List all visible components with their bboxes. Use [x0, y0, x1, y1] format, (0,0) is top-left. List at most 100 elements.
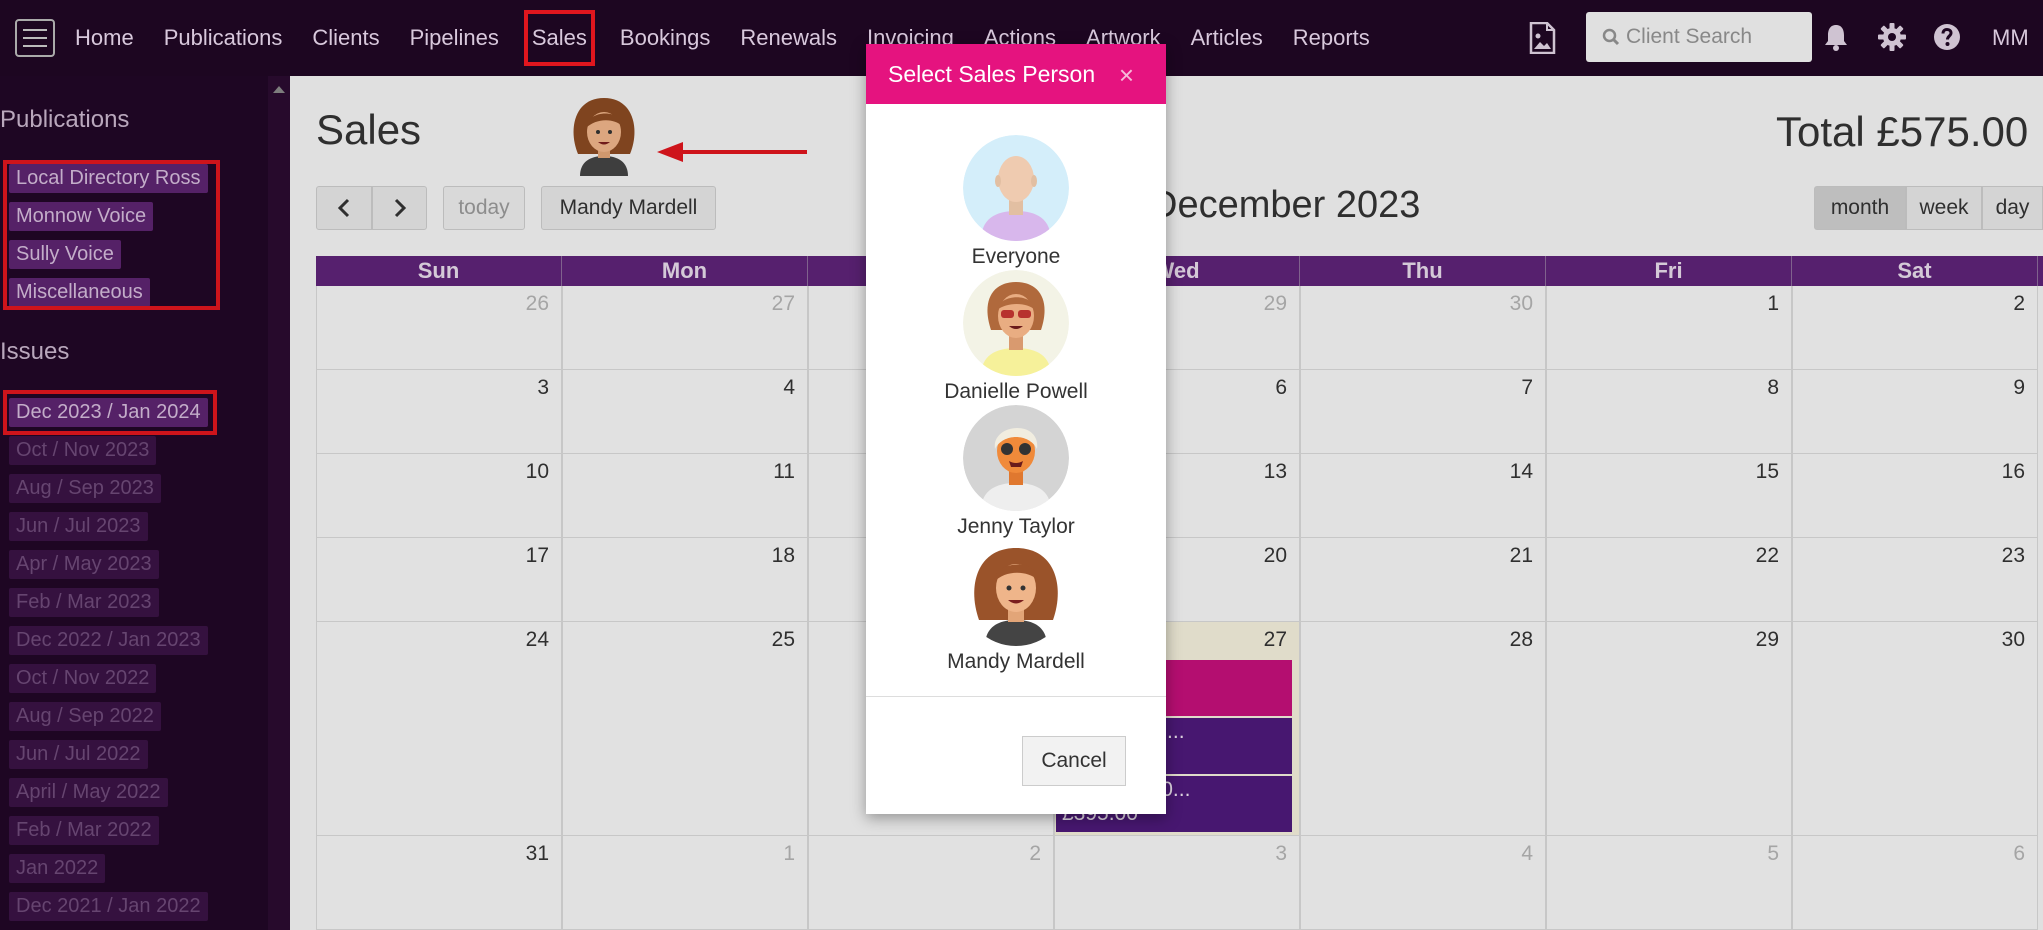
pointer-arrow: [657, 142, 807, 162]
issue-tag[interactable]: Feb / Mar 2022: [9, 816, 159, 845]
day-cell[interactable]: 29: [1546, 622, 1792, 836]
day-cell[interactable]: 25: [562, 622, 808, 836]
scroll-up-icon[interactable]: [273, 86, 285, 93]
day-cell[interactable]: 22: [1546, 538, 1792, 622]
view-month-button[interactable]: month: [1814, 186, 1906, 230]
menu-toggle-icon[interactable]: [15, 19, 55, 57]
issue-tag[interactable]: Dec 2021 / Jan 2022: [9, 892, 208, 921]
day-number: 10: [525, 460, 549, 483]
sidebar-scrollbar[interactable]: [268, 76, 290, 930]
person-avatar: [963, 135, 1069, 241]
day-cell[interactable]: 3: [1054, 836, 1300, 930]
issue-tag[interactable]: Feb / Mar 2023: [9, 588, 159, 617]
next-month-button[interactable]: [372, 186, 427, 230]
prev-month-button[interactable]: [316, 186, 372, 230]
day-cell[interactable]: 3: [316, 370, 562, 454]
search-icon: [1602, 28, 1620, 46]
person-option-jenny-taylor[interactable]: Jenny Taylor: [866, 405, 1166, 539]
issue-tag[interactable]: Aug / Sep 2022: [9, 702, 161, 731]
day-number: 6: [1275, 376, 1287, 399]
cancel-button[interactable]: Cancel: [1022, 736, 1126, 786]
view-day-button[interactable]: day: [1982, 186, 2043, 230]
day-number: 6: [2013, 842, 2025, 865]
weekday-header: Sun Mon Tue Wed Thu Fri Sat: [316, 256, 2043, 286]
gear-icon[interactable]: [1877, 22, 1907, 52]
day-cell[interactable]: 16: [1792, 454, 2038, 538]
day-cell[interactable]: 30: [1300, 286, 1546, 370]
issue-tag[interactable]: Jan 2022: [9, 854, 106, 883]
issue-tag[interactable]: Aug / Sep 2023: [9, 474, 161, 503]
weekday-fri: Fri: [1546, 256, 1792, 286]
day-cell[interactable]: 6: [1792, 836, 2038, 930]
day-cell[interactable]: 8: [1546, 370, 1792, 454]
day-cell[interactable]: 23: [1792, 538, 2038, 622]
issue-tag[interactable]: Jun / Jul 2023: [9, 512, 148, 541]
day-cell[interactable]: 31: [316, 836, 562, 930]
day-cell[interactable]: 18: [562, 538, 808, 622]
close-icon[interactable]: ×: [1119, 60, 1134, 91]
day-cell[interactable]: 4: [562, 370, 808, 454]
day-cell[interactable]: 24: [316, 622, 562, 836]
issue-tag[interactable]: April / May 2022: [9, 778, 168, 807]
day-cell[interactable]: 17: [316, 538, 562, 622]
nav-pipelines[interactable]: Pipelines: [395, 0, 514, 76]
day-cell[interactable]: 11: [562, 454, 808, 538]
day-number: 30: [1509, 292, 1533, 315]
help-icon[interactable]: [1932, 22, 1962, 52]
person-option-danielle-powell[interactable]: Danielle Powell: [866, 270, 1166, 404]
day-cell[interactable]: 21: [1300, 538, 1546, 622]
dialog-header: Select Sales Person ×: [866, 44, 1166, 104]
chevron-right-icon: [394, 198, 406, 218]
day-cell[interactable]: 26: [316, 286, 562, 370]
issue-highlight: [3, 390, 217, 435]
issue-tag[interactable]: Apr / May 2023: [9, 550, 159, 579]
view-week-button[interactable]: week: [1906, 186, 1982, 230]
day-cell[interactable]: 14: [1300, 454, 1546, 538]
person-option-everyone[interactable]: Everyone: [866, 135, 1166, 269]
day-number: 4: [783, 376, 795, 399]
client-search-input[interactable]: Client Search: [1586, 12, 1812, 62]
nav-bookings[interactable]: Bookings: [605, 0, 726, 76]
day-number: 20: [1263, 544, 1287, 567]
day-number: 22: [1755, 544, 1779, 567]
issue-tag[interactable]: Jun / Jul 2022: [9, 740, 148, 769]
day-cell[interactable]: 27: [562, 286, 808, 370]
day-cell[interactable]: 2: [808, 836, 1054, 930]
day-cell[interactable]: 10: [316, 454, 562, 538]
day-cell[interactable]: 4: [1300, 836, 1546, 930]
chevron-left-icon: [337, 198, 350, 218]
nav-articles[interactable]: Articles: [1176, 0, 1278, 76]
day-number: 2: [1029, 842, 1041, 865]
day-cell[interactable]: 1: [562, 836, 808, 930]
nav-home[interactable]: Home: [60, 0, 149, 76]
salesperson-avatar[interactable]: [564, 92, 644, 176]
day-cell[interactable]: 7: [1300, 370, 1546, 454]
day-cell[interactable]: 15: [1546, 454, 1792, 538]
day-cell[interactable]: 30: [1792, 622, 2038, 836]
day-cell[interactable]: 28: [1300, 622, 1546, 836]
issue-tag[interactable]: Dec 2022 / Jan 2023: [9, 626, 208, 655]
nav-clients[interactable]: Clients: [297, 0, 394, 76]
day-number: 26: [525, 292, 549, 315]
day-number: 1: [1767, 292, 1779, 315]
salesperson-button[interactable]: Mandy Mardell: [541, 186, 716, 230]
day-cell[interactable]: 1: [1546, 286, 1792, 370]
calendar-week: 31 1 2 3 4 5 6: [316, 836, 2043, 930]
bell-icon[interactable]: [1821, 22, 1851, 52]
today-button[interactable]: today: [443, 186, 525, 230]
user-menu[interactable]: MM: [1992, 0, 2029, 76]
sales-total: Total £575.00: [1776, 108, 2029, 155]
day-cell[interactable]: 5: [1546, 836, 1792, 930]
day-cell[interactable]: 9: [1792, 370, 2038, 454]
nav-sales[interactable]: Sales: [514, 0, 605, 76]
nav-reports[interactable]: Reports: [1278, 0, 1385, 76]
person-option-mandy-mardell[interactable]: Mandy Mardell: [866, 540, 1166, 674]
issue-tag[interactable]: Oct / Nov 2023: [9, 436, 157, 465]
day-cell[interactable]: 2: [1792, 286, 2038, 370]
nav-publications[interactable]: Publications: [149, 0, 298, 76]
file-image-icon[interactable]: [1528, 22, 1556, 54]
calendar-week: 3 4 5 6 7 8 9: [316, 370, 2043, 454]
nav-renewals[interactable]: Renewals: [725, 0, 852, 76]
issue-tag[interactable]: Oct / Nov 2022: [9, 664, 157, 693]
weekday-mon: Mon: [562, 256, 808, 286]
